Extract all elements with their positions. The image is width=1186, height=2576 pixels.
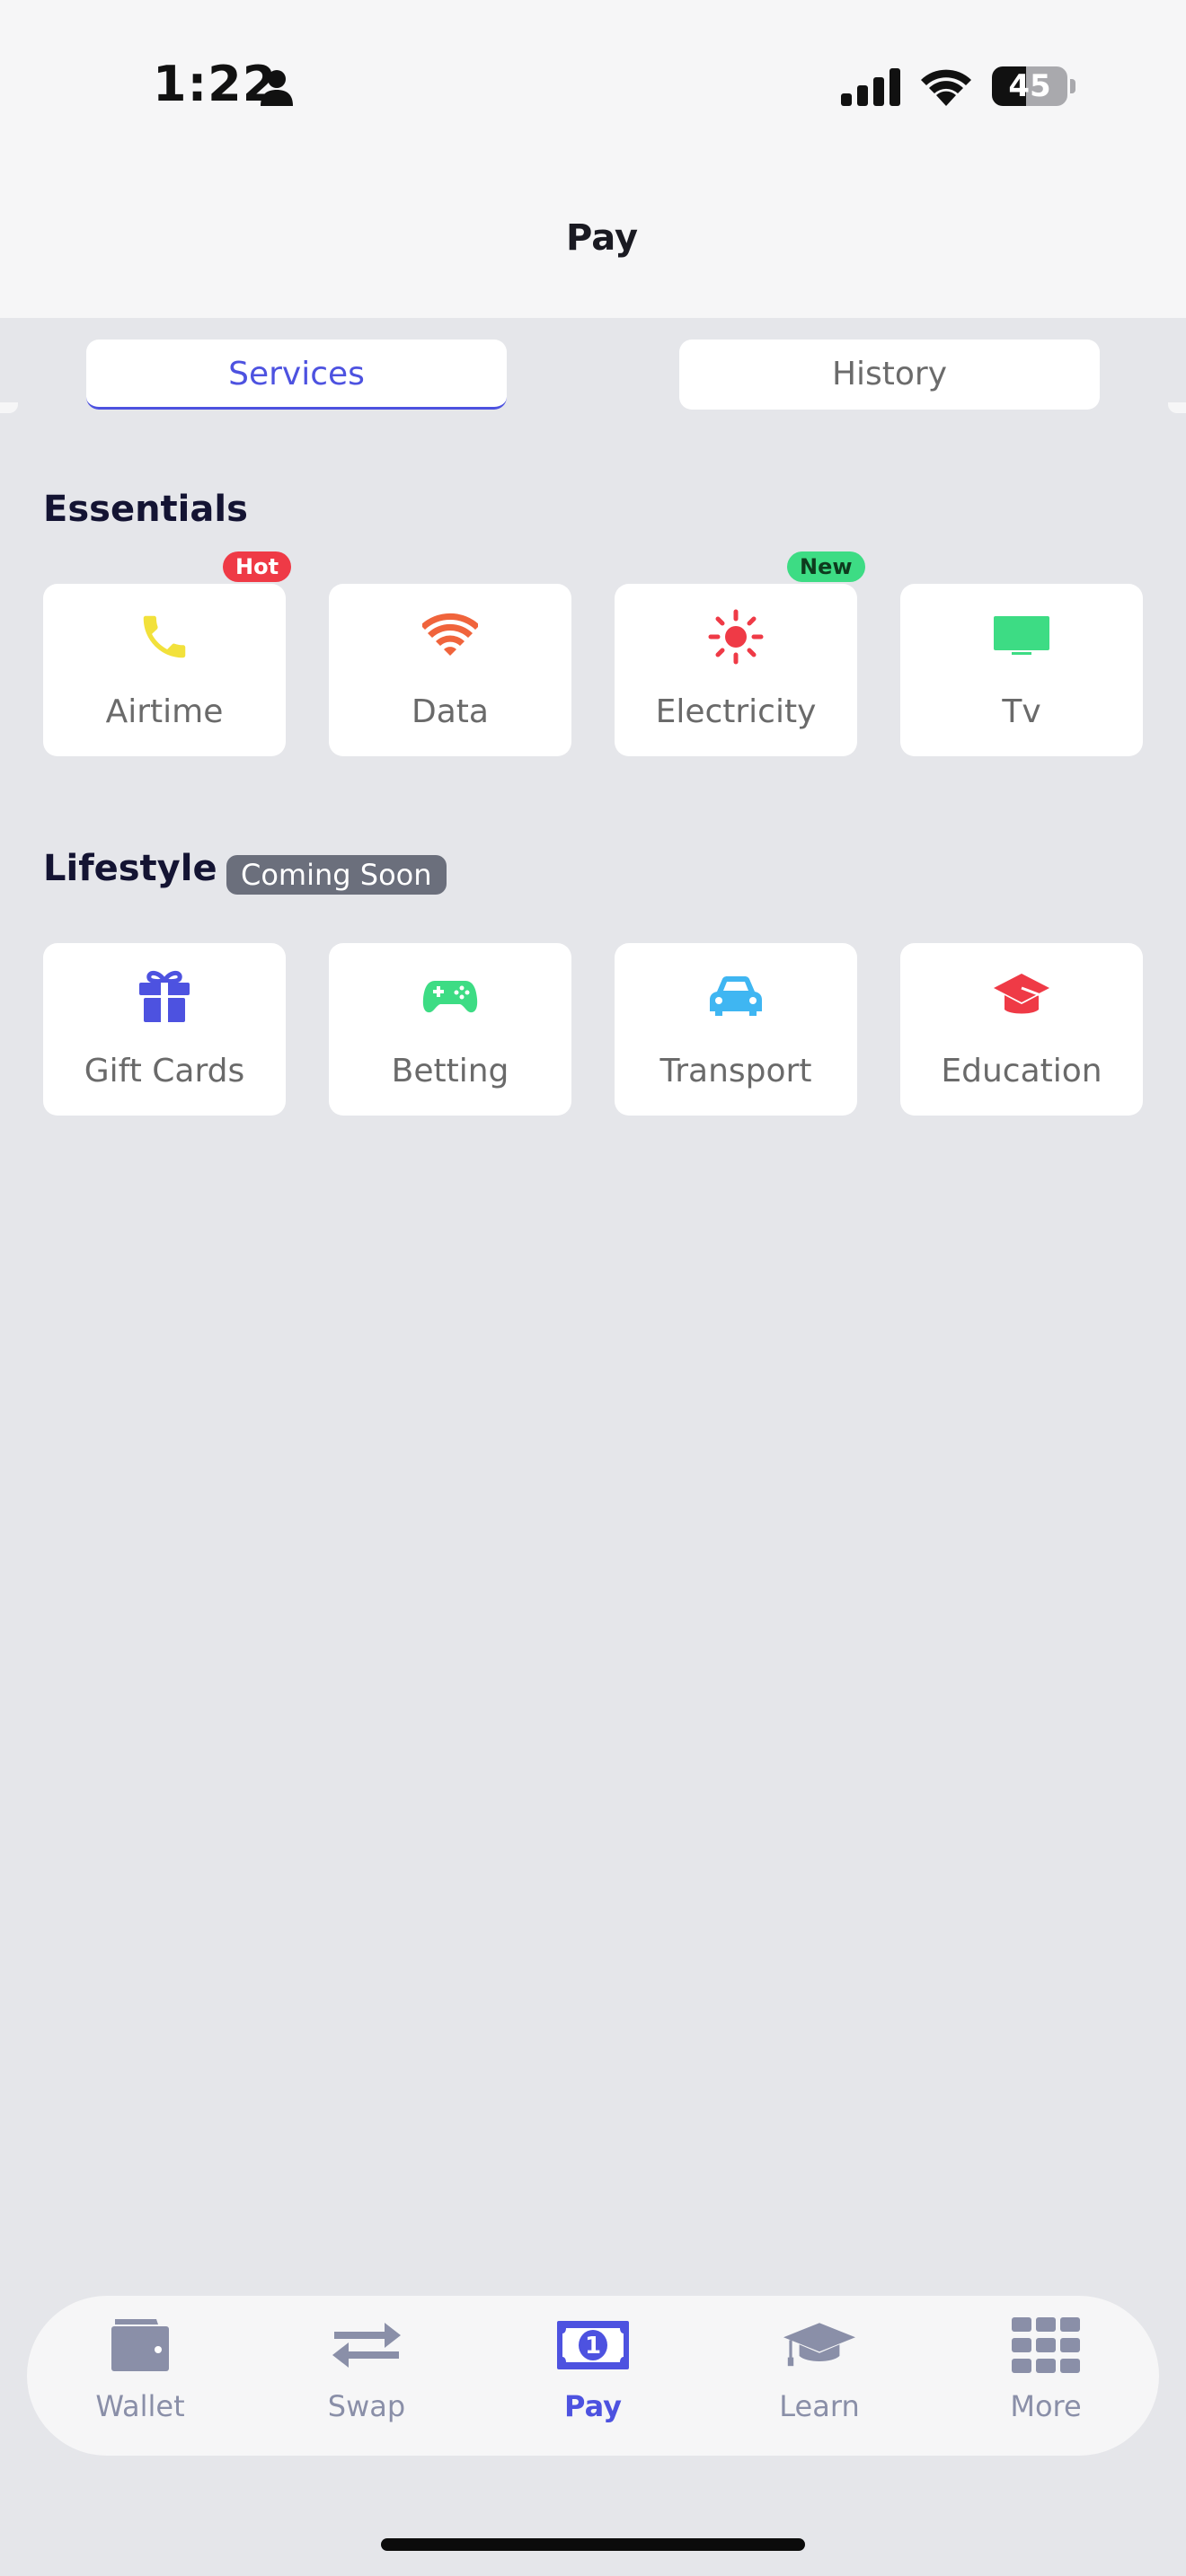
coming-soon-badge: Coming Soon [226,855,447,895]
nav-wallet[interactable]: Wallet [50,2296,230,2456]
segmented-tabs: Services History [0,318,1186,413]
wallet-icon [111,2319,169,2371]
service-label: Airtime [105,693,224,730]
svg-text:1: 1 [585,2333,601,2360]
service-label: Electricity [655,693,817,730]
battery-tip [1070,79,1075,93]
gamepad-icon [422,981,478,1013]
nav-swap[interactable]: Swap [277,2296,456,2456]
pay-screen: 1:22 45 Pay Services History Essentials … [0,0,1186,2576]
sun-icon [708,609,764,665]
top-header: 1:22 45 Pay [0,0,1186,318]
nav-label: Swap [327,2389,406,2423]
service-label: Data [412,693,489,730]
service-label: Education [941,1053,1102,1090]
nav-label: Wallet [95,2389,185,2423]
phone-icon [143,615,186,658]
essentials-heading: Essentials [43,489,248,530]
car-icon [710,976,762,1016]
tab-services[interactable]: Services [86,340,507,410]
nav-learn[interactable]: Learn [730,2296,909,2456]
lifestyle-heading: Lifestyle [43,848,217,889]
nav-more[interactable]: More [956,2296,1136,2456]
nav-label: Learn [779,2389,860,2423]
wifi-icon [422,613,478,656]
new-badge: New [787,551,865,582]
tv-icon [994,616,1049,655]
nav-pay[interactable]: 1 Pay [503,2296,683,2456]
service-card-tv[interactable]: Tv [900,584,1143,756]
graduation-cap-icon [994,974,1049,1014]
banknote-icon: 1 [557,2321,629,2369]
service-card-airtime[interactable]: Airtime [43,584,286,756]
nav-label: More [1010,2389,1082,2423]
swap-arrows-icon [332,2323,401,2368]
bottom-navigation: Wallet Swap 1 Pay Learn More [27,2296,1159,2456]
service-card-betting[interactable]: Betting [329,943,571,1116]
service-label: Betting [391,1053,509,1090]
tab-bar-corner-right [1168,402,1186,413]
service-label: Gift Cards [84,1053,245,1090]
tab-bar-corner-left [0,402,18,413]
hot-badge: Hot [223,551,292,582]
service-card-education[interactable]: Education [900,943,1143,1116]
service-label: Transport [659,1053,812,1090]
nav-label: Pay [563,2389,623,2423]
battery-level: 45 [1008,68,1051,104]
service-card-transport[interactable]: Transport [615,943,857,1116]
graduation-cap-icon [783,2323,855,2367]
home-indicator [381,2538,805,2551]
cellular-signal-icon [841,68,900,106]
person-icon [261,70,293,106]
page-title: Pay [565,217,639,259]
battery-indicator: 45 [992,66,1075,106]
service-card-gift-cards[interactable]: Gift Cards [43,943,286,1116]
service-label: Tv [1002,693,1041,730]
gift-icon [139,970,190,1022]
wifi-status-icon [921,69,971,106]
grid-icon [1012,2317,1080,2373]
service-card-data[interactable]: Data [329,584,571,756]
service-card-electricity[interactable]: Electricity [615,584,857,756]
tab-history[interactable]: History [679,340,1100,410]
